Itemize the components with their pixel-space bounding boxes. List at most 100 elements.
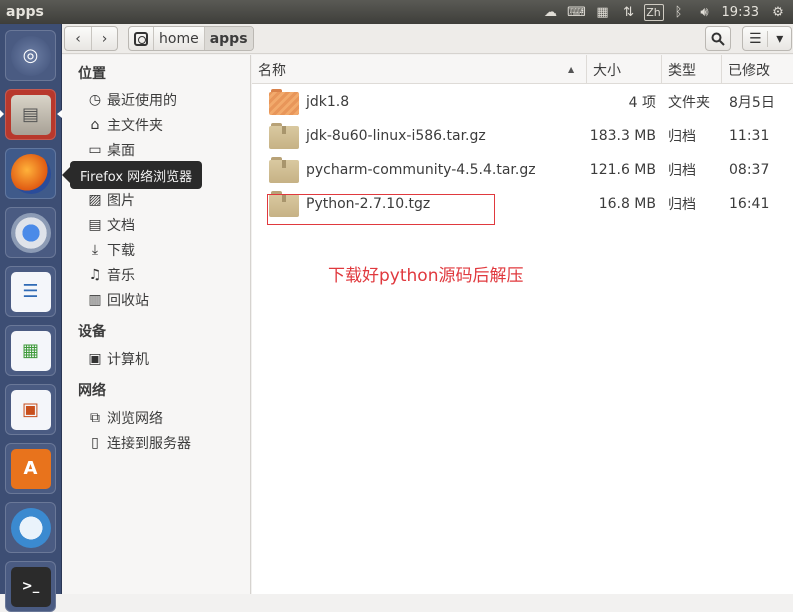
sidebar-item-label: 主文件夹 (107, 118, 163, 134)
navigation-buttons: ‹ › (64, 26, 118, 51)
file-icon-cell (269, 119, 299, 153)
sidebar-item-computer[interactable]: ▣ 计算机 (86, 348, 149, 370)
sidebar-header-places: 位置 (78, 66, 106, 82)
ubuntu-logo-icon: ◎ (10, 35, 51, 76)
sidebar-item-documents[interactable]: ▤ 文档 (86, 214, 135, 236)
window-title: apps (6, 4, 44, 20)
sidebar-item-trash[interactable]: ▥ 回收站 (86, 289, 149, 311)
breadcrumb-apps[interactable]: apps (203, 27, 253, 50)
file-size: 4 项 (628, 95, 656, 111)
calendar-icon[interactable]: ▦ (592, 2, 614, 22)
column-header-modified[interactable]: 已修改 (721, 55, 793, 84)
table-row[interactable]: Python-2.7.10.tgz 16.8 MB 归档 16:41 (252, 187, 793, 221)
terminal-launcher-button[interactable]: >_ (5, 561, 56, 612)
sidebar-item-home[interactable]: ⌂ 主文件夹 (86, 114, 163, 136)
calc-launcher-button[interactable]: ▦ (5, 325, 56, 376)
sidebar-item-label: 下载 (107, 243, 135, 259)
running-indicator (0, 110, 4, 118)
calc-spreadsheet-icon: ▦ (10, 330, 51, 371)
archive-icon (269, 157, 299, 183)
list-view-icon[interactable]: ☰ (743, 31, 767, 47)
network-indicator-icon[interactable]: ☁ (540, 2, 562, 22)
file-icon-cell (269, 187, 299, 221)
search-button[interactable] (705, 26, 731, 51)
file-modified: 11:31 (729, 128, 770, 144)
launcher: ◎ ▤ ☰ ▦ ▣ A >_ (0, 24, 62, 612)
column-header-row: 名称 ▲ 大小 类型 已修改 (252, 55, 793, 84)
sort-ascending-icon: ▲ (568, 65, 575, 74)
breadcrumb: home apps (128, 26, 254, 51)
sidebar-item-connect-server[interactable]: ▯ 连接到服务器 (86, 432, 191, 454)
file-list: 名称 ▲ 大小 类型 已修改 jdk1.8 4 项 文件夹 8月5日 jdk-8… (252, 55, 793, 594)
sidebar-item-downloads[interactable]: ⤓ 下载 (86, 239, 135, 261)
chromium-icon (10, 212, 51, 253)
bluetooth-icon[interactable]: ᛒ (668, 2, 690, 22)
file-icon-cell (269, 85, 299, 119)
server-icon: ▯ (91, 435, 99, 451)
forward-button[interactable]: › (91, 27, 117, 50)
desktop-icon: ▭ (88, 142, 102, 158)
column-header-size[interactable]: 大小 (586, 55, 661, 84)
computer-icon: ▣ (88, 351, 102, 367)
download-icon: ⤓ (91, 242, 99, 258)
column-header-name[interactable]: 名称 (252, 55, 585, 84)
chevron-down-icon[interactable]: ▾ (767, 30, 791, 47)
table-row[interactable]: jdk1.8 4 项 文件夹 8月5日 (252, 85, 793, 119)
back-button[interactable]: ‹ (65, 27, 91, 50)
file-type: 归档 (668, 163, 696, 179)
table-row[interactable]: jdk-8u60-linux-i586.tar.gz 183.3 MB 归档 1… (252, 119, 793, 153)
sidebar-item-music[interactable]: ♫ 音乐 (86, 264, 135, 286)
file-size: 121.6 MB (589, 162, 656, 178)
file-name: jdk1.8 (306, 94, 350, 110)
file-modified: 8月5日 (729, 95, 775, 111)
sidebar-item-desktop[interactable]: ▭ 桌面 (86, 139, 135, 161)
clock[interactable]: 19:33 (720, 2, 763, 22)
sidebar-item-browse-network[interactable]: ⧉ 浏览网络 (86, 407, 163, 429)
annotation-text: 下载好python源码后解压 (328, 266, 524, 286)
transfer-icon[interactable]: ⇅ (618, 2, 640, 22)
table-row[interactable]: pycharm-community-4.5.4.tar.gz 121.6 MB … (252, 153, 793, 187)
sidebar-item-label: 计算机 (107, 352, 149, 368)
drive-icon (134, 31, 148, 46)
chevron-right-icon: › (101, 30, 108, 47)
keyboard-icon[interactable]: ⌨ (566, 2, 588, 22)
remote-desktop-icon (10, 507, 51, 548)
sidebar-item-label: 文档 (107, 218, 135, 234)
file-name: pycharm-community-4.5.4.tar.gz (306, 162, 536, 178)
sidebar-item-label: 回收站 (107, 293, 149, 309)
sidebar-item-recent[interactable]: ◷ 最近使用的 (86, 89, 177, 111)
file-name: jdk-8u60-linux-i586.tar.gz (306, 128, 486, 144)
file-modified: 16:41 (729, 196, 770, 212)
input-method-indicator[interactable]: Zh (643, 3, 664, 21)
column-header-type[interactable]: 类型 (661, 55, 721, 84)
sidebar-header-devices: 设备 (78, 324, 106, 340)
sidebar-item-label: 连接到服务器 (107, 436, 191, 452)
files-launcher-button[interactable]: ▤ (5, 89, 56, 140)
firefox-launcher-button[interactable] (5, 148, 56, 199)
trash-icon: ▥ (88, 292, 102, 308)
chevron-left-icon: ‹ (75, 30, 81, 47)
firefox-icon (10, 153, 51, 194)
music-icon: ♫ (88, 267, 102, 283)
writer-launcher-button[interactable]: ☰ (5, 266, 56, 317)
impress-launcher-button[interactable]: ▣ (5, 384, 56, 435)
sidebar-item-label: 图片 (107, 193, 135, 209)
sidebar-item-pictures[interactable]: ▨ 图片 (86, 189, 135, 211)
ubuntu-dash-button[interactable]: ◎ (5, 30, 56, 81)
software-center-launcher-button[interactable]: A (5, 443, 56, 494)
volume-icon[interactable]: 🔊︎ (694, 2, 716, 22)
chromium-launcher-button[interactable] (5, 207, 56, 258)
search-icon (711, 32, 725, 46)
breadcrumb-home[interactable]: home (153, 27, 204, 50)
home-icon: ⌂ (90, 117, 100, 133)
file-type: 归档 (668, 197, 696, 213)
archive-icon (269, 123, 299, 149)
network-icon: ⧉ (90, 410, 100, 426)
breadcrumb-root-button[interactable] (129, 27, 153, 50)
remote-desktop-launcher-button[interactable] (5, 502, 56, 553)
file-type: 归档 (668, 129, 696, 145)
view-options-group: ☰ ▾ (742, 26, 792, 51)
file-icon-cell (269, 153, 299, 187)
file-cabinet-icon: ▤ (10, 94, 51, 135)
gear-icon[interactable]: ⚙ (767, 2, 789, 22)
